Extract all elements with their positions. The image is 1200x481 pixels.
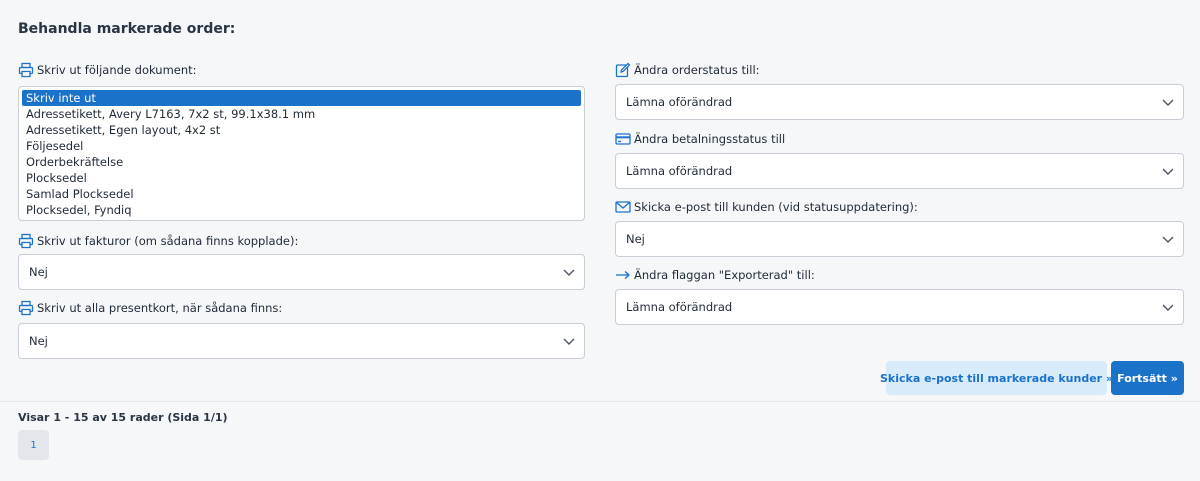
chevron-down-icon: [1162, 304, 1174, 311]
documents-label-row: Skriv ut följande dokument:: [18, 62, 197, 78]
email-select-value: Nej: [626, 232, 645, 246]
email-customers-button[interactable]: Skicka e-post till markerade kunder »: [880, 361, 1113, 395]
orderstatus-label-row: Ändra orderstatus till:: [615, 62, 760, 78]
giftcards-label-row: Skriv ut alla presentkort, när sådana fi…: [18, 300, 282, 316]
orderstatus-select[interactable]: Lämna oförändrad: [615, 84, 1184, 120]
page-button[interactable]: 1: [18, 430, 49, 460]
listbox-option[interactable]: Samlad Plocksedel: [22, 186, 581, 202]
giftcards-select[interactable]: Nej: [18, 323, 585, 359]
invoices-select-value: Nej: [29, 265, 48, 279]
section-heading: Behandla markerade order:: [18, 21, 236, 37]
printer-icon: [18, 233, 34, 249]
chevron-down-icon: [1162, 99, 1174, 106]
invoices-select[interactable]: Nej: [18, 254, 585, 290]
pagination-info: Visar 1 - 15 av 15 rader (Sida 1/1): [18, 411, 228, 424]
orderstatus-select-value: Lämna oförändrad: [626, 95, 733, 109]
exported-label: Ändra flaggan "Exporterad" till:: [634, 268, 815, 282]
envelope-icon: [615, 199, 631, 215]
listbox-option[interactable]: Plocksedel: [22, 170, 581, 186]
paymentstatus-select-value: Lämna oförändrad: [626, 164, 733, 178]
paymentstatus-select[interactable]: Lämna oförändrad: [615, 153, 1184, 189]
documents-listbox[interactable]: Skriv inte ut Adressetikett, Avery L7163,…: [18, 86, 585, 221]
arrow-right-icon: [615, 267, 631, 283]
divider: [0, 401, 1200, 402]
giftcards-select-value: Nej: [29, 334, 48, 348]
orderstatus-label: Ändra orderstatus till:: [634, 63, 760, 77]
email-select[interactable]: Nej: [615, 221, 1184, 257]
printer-icon: [18, 300, 34, 316]
invoices-label: Skriv ut fakturor (om sådana finns koppl…: [37, 234, 299, 248]
exported-select[interactable]: Lämna oförändrad: [615, 289, 1184, 325]
chevron-down-icon: [563, 269, 575, 276]
process-orders-panel: Behandla markerade order: Skriv ut följa…: [0, 0, 1200, 402]
chevron-down-icon: [1162, 236, 1174, 243]
invoices-label-row: Skriv ut fakturor (om sådana finns koppl…: [18, 233, 298, 249]
chevron-down-icon: [563, 338, 575, 345]
listbox-option[interactable]: Följesedel: [22, 138, 581, 154]
listbox-option[interactable]: Adressetikett, Avery L7163, 7x2 st, 99.1…: [22, 106, 581, 122]
paymentstatus-label: Ändra betalningsstatus till: [634, 132, 786, 146]
exported-select-value: Lämna oförändrad: [626, 300, 733, 314]
email-label-row: Skicka e-post till kunden (vid statusupp…: [615, 199, 918, 215]
exported-label-row: Ändra flaggan "Exporterad" till:: [615, 267, 815, 283]
edit-icon: [615, 62, 631, 78]
documents-label: Skriv ut följande dokument:: [37, 63, 197, 77]
listbox-option[interactable]: Orderbekräftelse: [22, 154, 581, 170]
credit-card-icon: [615, 131, 631, 147]
listbox-option[interactable]: Plocksedel, Fyndiq: [22, 202, 581, 218]
giftcards-label: Skriv ut alla presentkort, när sådana fi…: [37, 301, 283, 315]
listbox-option[interactable]: Skriv inte ut: [22, 90, 581, 106]
email-label: Skicka e-post till kunden (vid statusupp…: [634, 200, 918, 214]
printer-icon: [18, 62, 34, 78]
chevron-down-icon: [1162, 168, 1174, 175]
paymentstatus-label-row: Ändra betalningsstatus till: [615, 131, 785, 147]
listbox-option[interactable]: Adressetikett, Egen layout, 4x2 st: [22, 122, 581, 138]
continue-button[interactable]: Fortsätt »: [1111, 361, 1184, 395]
